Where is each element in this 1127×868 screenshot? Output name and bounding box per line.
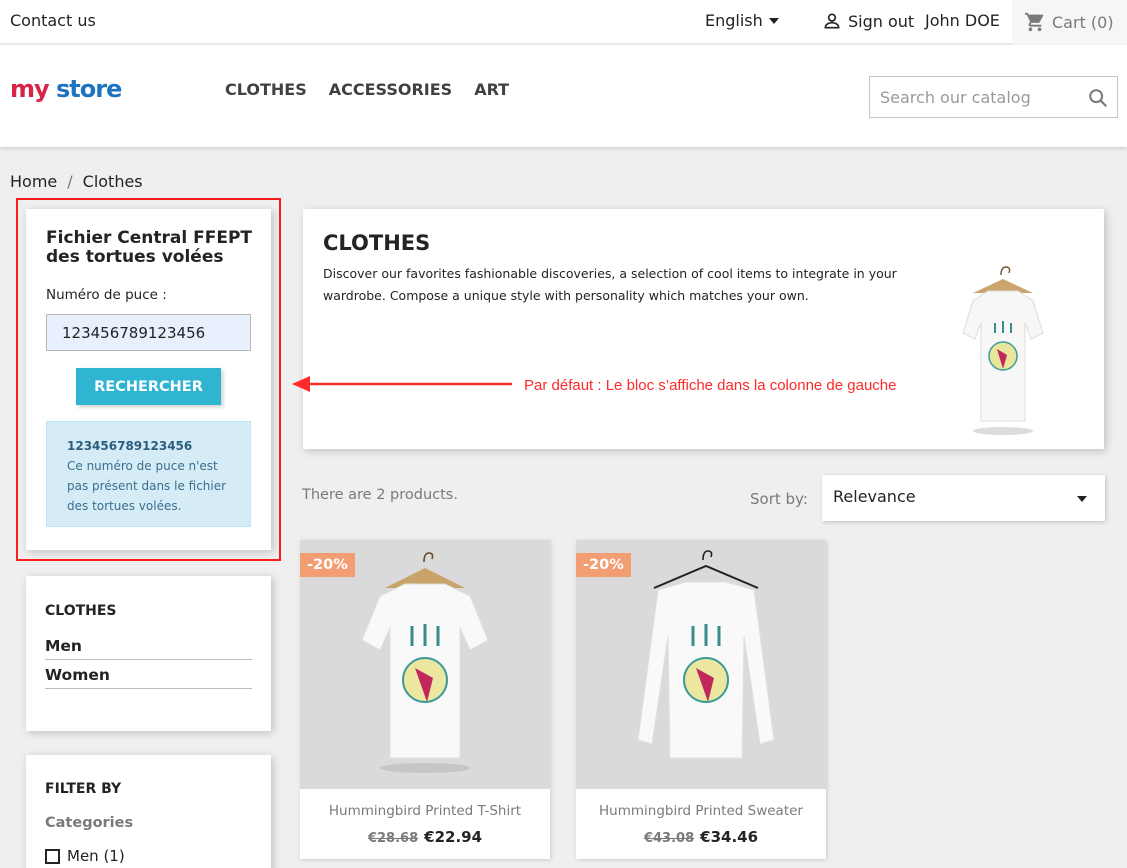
alert-message: Ce numéro de puce n'est pas présent dans… xyxy=(67,459,227,513)
store-logo[interactable]: my store xyxy=(10,75,122,103)
product-card[interactable]: -20% Hummingbird Printed T-Shirt €28.68 €… xyxy=(300,540,550,859)
category-item-women[interactable]: Women xyxy=(45,666,252,689)
filter-block: FILTER BY Categories Men (1) xyxy=(26,755,271,868)
sign-out-link[interactable]: Sign out xyxy=(822,11,914,31)
logo-part-store: store xyxy=(56,75,122,103)
sort-value: Relevance xyxy=(833,487,916,506)
annotation-arrow-icon xyxy=(292,376,512,392)
category-tree-block: CLOTHES Men Women xyxy=(26,576,271,731)
main-header: my store CLOTHES ACCESSORIES ART xyxy=(0,45,1127,147)
breadcrumb-home[interactable]: Home xyxy=(10,172,57,191)
top-bar: Contact us English Sign out John DOE Car… xyxy=(0,0,1127,44)
product-image[interactable]: -20% xyxy=(300,540,550,789)
category-description: Discover our favorites fashionable disco… xyxy=(323,266,897,303)
caret-down-icon xyxy=(1077,496,1087,502)
user-icon xyxy=(824,13,840,29)
language-selector[interactable]: English xyxy=(705,11,779,30)
category-header: CLOTHES Discover our favorites fashionab… xyxy=(303,209,1104,449)
nav-item-clothes[interactable]: CLOTHES xyxy=(225,80,307,99)
product-name[interactable]: Hummingbird Printed T-Shirt xyxy=(300,803,550,819)
sale-price: €34.46 xyxy=(700,828,759,846)
category-title: CLOTHES xyxy=(323,231,431,255)
sweater-image xyxy=(637,550,775,759)
cart-button[interactable]: Cart (0) xyxy=(1012,0,1127,44)
breadcrumb-separator: / xyxy=(67,172,73,191)
discount-badge: -20% xyxy=(576,553,631,577)
regular-price: €43.08 xyxy=(643,831,695,846)
filter-group-categories: Categories xyxy=(45,815,134,831)
product-prices: €28.68 €22.94 xyxy=(300,828,550,846)
annotation-text: Par défaut : Le bloc s’affiche dans la c… xyxy=(524,377,897,394)
nav-item-accessories[interactable]: ACCESSORIES xyxy=(329,80,452,99)
cart-icon xyxy=(1024,12,1044,32)
tshirt-image xyxy=(361,552,489,773)
main-nav: CLOTHES ACCESSORIES ART xyxy=(225,80,509,99)
alert-chip-number: 123456789123456 xyxy=(67,439,193,453)
result-alert: 123456789123456 Ce numéro de puce n'est … xyxy=(46,421,251,527)
sort-label: Sort by: xyxy=(750,490,808,508)
logo-part-my: my xyxy=(10,75,50,103)
category-tree-title[interactable]: CLOTHES xyxy=(45,603,117,619)
account-name-link[interactable]: John DOE xyxy=(925,11,1000,30)
contact-us-link[interactable]: Contact us xyxy=(10,11,96,30)
search-icon[interactable] xyxy=(1087,87,1109,109)
turtle-block-title: Fichier Central FFEPT des tortues volées xyxy=(46,228,253,267)
search-widget xyxy=(869,76,1118,118)
chip-number-label: Numéro de puce : xyxy=(46,287,167,303)
breadcrumb: Home / Clothes xyxy=(10,172,143,191)
search-input[interactable] xyxy=(870,77,1080,117)
product-name[interactable]: Hummingbird Printed Sweater xyxy=(576,803,826,819)
category-item-men[interactable]: Men xyxy=(45,637,252,660)
caret-down-icon xyxy=(768,17,779,24)
turtle-search-block: Fichier Central FFEPT des tortues volées… xyxy=(26,209,271,550)
breadcrumb-clothes[interactable]: Clothes xyxy=(83,172,143,191)
filter-checkbox[interactable] xyxy=(45,848,60,864)
category-image xyxy=(962,266,1044,435)
regular-price: €28.68 xyxy=(367,831,419,846)
cart-label: Cart (0) xyxy=(1052,12,1114,32)
chip-number-field-wrap xyxy=(46,314,251,351)
language-label: English xyxy=(705,11,763,30)
product-card[interactable]: -20% Hummingbird Printed Sweater €43.08 €… xyxy=(576,540,826,859)
filter-title: FILTER BY xyxy=(45,781,122,797)
sort-select[interactable]: Relevance xyxy=(822,475,1105,521)
sale-price: €22.94 xyxy=(424,828,483,846)
chip-number-input[interactable] xyxy=(47,315,250,350)
filter-option-label: Men (1) xyxy=(67,847,125,865)
filter-option-men[interactable]: Men (1) xyxy=(45,847,125,865)
product-count: There are 2 products. xyxy=(302,487,458,503)
search-turtle-button[interactable]: RECHERCHER xyxy=(76,368,221,405)
nav-item-art[interactable]: ART xyxy=(474,80,509,99)
product-image[interactable]: -20% xyxy=(576,540,826,789)
product-prices: €43.08 €34.46 xyxy=(576,828,826,846)
discount-badge: -20% xyxy=(300,553,355,577)
sign-out-label: Sign out xyxy=(848,11,915,31)
